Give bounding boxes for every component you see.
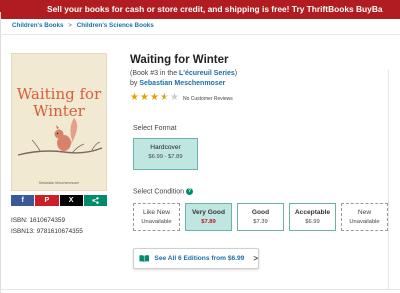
author-prefix: by [130,80,140,87]
isbn13-line: ISBN13: 9781610674355 [11,228,83,235]
isbn-label: ISBN: [11,217,28,224]
select-condition-text: Select Condition [133,188,184,196]
help-icon[interactable]: ? [185,188,193,195]
facebook-icon: f [21,197,24,204]
star-full-icon: ★ [130,92,139,103]
condition-option-new[interactable]: New Unavailable [341,203,388,231]
series-line: (Book #3 in the L'écureuil Series) [130,70,237,77]
author-link[interactable]: Sebastian Meschenmoser [139,80,225,87]
condition-price: Unavailable [349,219,380,225]
star-rating: ★ ★ ★ ★ ★ [130,93,180,103]
see-all-editions-button[interactable]: See All 6 Editions from $6.99 > [133,248,259,269]
facebook-share-button[interactable]: f [11,195,35,206]
share-icon [92,197,99,204]
series-suffix: ) [234,70,238,77]
isbn-value: 1610674359 [29,217,66,224]
condition-title: Acceptable [294,209,331,216]
cover-author: Sebastian Meschenmoser [38,181,80,185]
breadcrumb-childrens-science-books[interactable]: Children's Science Books [77,22,154,29]
page-border-right [388,70,389,290]
condition-price: $7.89 [201,219,216,225]
isbn13-value: 9781610674355 [36,228,83,235]
footer-divider [0,289,400,290]
cover-title-line2: Winter [33,102,85,120]
condition-title: Good [251,209,270,216]
condition-title: New [357,209,372,216]
condition-title: Very Good [192,209,225,216]
breadcrumb: Children's Books > Children's Science Bo… [12,22,154,29]
condition-option-good[interactable]: Good $7.39 [237,203,284,231]
promo-banner[interactable]: Sell your books for cash or store credit… [0,0,400,19]
x-icon: X [68,197,74,204]
condition-price: Unavailable [141,219,172,225]
cover-title-line1: Waiting for [16,85,102,103]
select-condition-label: Select Condition? [133,188,193,195]
promo-text: Sell your books for cash or store credit… [47,4,383,14]
share-buttons: f P X [11,195,107,206]
isbn-line: ISBN: 1610674359 [11,217,65,224]
pinterest-icon: P [44,197,50,204]
series-prefix: (Book #3 in the [130,70,180,77]
star-half-icon: ★ [160,92,169,103]
breadcrumb-childrens-books[interactable]: Children's Books [12,22,64,29]
chevron-right-icon: > [253,254,258,263]
see-all-editions-label: See All 6 Editions from $6.99 [154,255,245,262]
page-title: Waiting for Winter [130,54,229,66]
condition-option-acceptable[interactable]: Acceptable $6.99 [289,203,336,231]
x-share-button[interactable]: X [59,195,83,206]
format-option-hardcover[interactable]: Hardcover $6.99 - $7.89 [133,138,198,170]
star-full-icon: ★ [150,92,159,103]
author-line: by Sebastian Meschenmoser [130,80,225,87]
format-title: Hardcover [150,144,181,151]
header-divider [0,34,400,35]
customer-reviews-text: No Customer Reviews [183,96,233,102]
open-book-icon [139,255,149,262]
format-price: $6.99 - $7.89 [148,154,183,160]
condition-price: $6.99 [305,219,320,225]
condition-option-like-new[interactable]: Like New Unavailable [133,203,180,231]
star-full-icon: ★ [140,92,149,103]
pinterest-share-button[interactable]: P [35,195,59,206]
share-button[interactable] [83,195,107,206]
cover-title: Waiting for Winter [12,86,106,120]
page-border-left [0,12,1,293]
isbn13-label: ISBN13: [11,228,35,235]
star-empty-icon: ★ [170,92,179,103]
book-cover[interactable]: Waiting for Winter Sebastian Meschenmose… [11,53,107,191]
series-link[interactable]: L'écureuil Series [179,70,235,77]
cover-illustration [17,109,103,156]
condition-title: Like New [142,209,171,216]
condition-option-very-good[interactable]: Very Good $7.89 [185,203,232,231]
condition-price: $7.39 [253,219,268,225]
breadcrumb-separator: > [68,22,72,29]
select-format-label: Select Format [133,125,177,132]
